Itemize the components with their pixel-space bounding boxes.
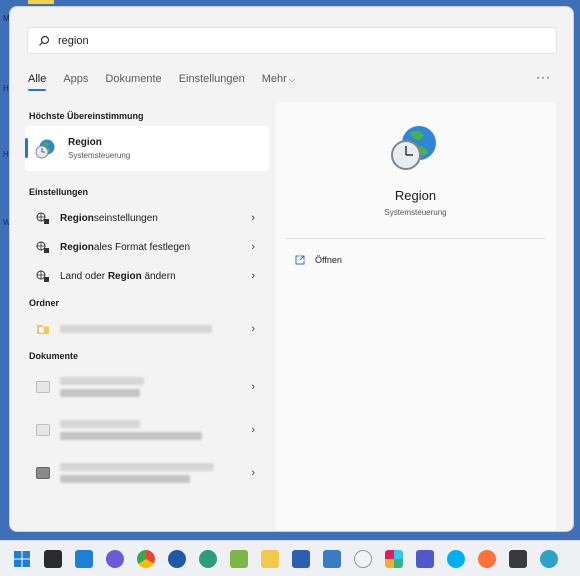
teams-chat-icon[interactable] (106, 549, 124, 568)
word-icon[interactable] (292, 549, 310, 568)
tab-einstellungen[interactable]: Einstellungen (179, 73, 245, 85)
highlight-text: Region (60, 212, 94, 224)
chevron-right-icon: › (251, 270, 255, 282)
chevron-right-icon: › (251, 424, 255, 436)
highlight-text: Region (107, 270, 142, 282)
best-match-title: Region (68, 137, 102, 148)
region-settings-icon (36, 212, 49, 224)
label-rest: seinstellungen (93, 212, 158, 224)
slack-icon[interactable] (385, 549, 403, 568)
section-settings: Einstellungen (29, 187, 89, 197)
folder-item[interactable]: › (25, 316, 269, 342)
chevron-right-icon: › (251, 323, 255, 335)
calculator-icon[interactable] (323, 549, 341, 568)
chevron-down-icon: ⌵ (288, 75, 295, 84)
edge-dev-icon[interactable] (199, 549, 217, 568)
section-best-match: Höchste Übereinstimmung (29, 111, 144, 121)
region-format-icon (36, 241, 49, 253)
settings-item-label: Regionseinstellungen (60, 213, 158, 224)
skype-icon[interactable] (447, 549, 465, 568)
chevron-right-icon: › (251, 241, 255, 253)
document-item[interactable]: › (25, 453, 269, 493)
detail-subtitle: Systemsteuerung (384, 208, 447, 217)
redacted-text (60, 389, 140, 397)
detail-pane: Region Systemsteuerung Öffnen (275, 102, 556, 531)
settings-item-label: Regionales Format festlegen (60, 242, 190, 253)
widgets-icon[interactable] (75, 549, 93, 568)
divider (285, 238, 546, 239)
remote-icon[interactable] (509, 549, 527, 568)
tab-dokumente[interactable]: Dokumente (105, 73, 161, 85)
region-globe-icon (35, 139, 55, 158)
taskbar (0, 540, 580, 576)
firefox-icon[interactable] (478, 549, 496, 568)
best-match-subtitle: Systemsteuerung (68, 151, 131, 160)
chevron-right-icon: › (251, 467, 255, 479)
settings-item[interactable]: Land oder Region ändern › (25, 263, 269, 289)
label-rest: ales Format festlegen (93, 241, 191, 253)
redacted-text (60, 420, 140, 428)
detail-title: Region (394, 188, 437, 203)
redacted-block (60, 420, 202, 440)
tab-apps[interactable]: Apps (63, 73, 88, 85)
redacted-block (60, 377, 144, 397)
open-external-icon (295, 255, 305, 265)
redacted-text (60, 377, 144, 385)
settings-item-label: Land oder Region ändern (60, 271, 176, 282)
tab-mehr-label: Mehr (261, 73, 287, 85)
desktop-label: H (3, 150, 9, 159)
best-match-item[interactable]: Region Systemsteuerung (25, 126, 269, 171)
github-icon[interactable] (168, 549, 186, 568)
document-icon (36, 467, 50, 479)
document-item[interactable]: › (25, 367, 269, 407)
chevron-right-icon: › (251, 212, 255, 224)
desktop-label: H (3, 84, 9, 93)
region-globe-icon (391, 126, 436, 170)
document-icon (36, 424, 50, 436)
redacted-text (60, 463, 214, 471)
teams-icon[interactable] (416, 549, 434, 568)
filter-tabs: Alle Apps Dokumente Einstellungen Mehr ⌵ (28, 73, 312, 91)
selection-indicator (25, 138, 28, 158)
edge-icon[interactable] (540, 549, 558, 568)
desktop-folder-tab (28, 0, 54, 4)
open-button[interactable]: Öffnen (295, 255, 342, 265)
document-item[interactable]: › (25, 410, 269, 450)
chevron-right-icon: › (251, 381, 255, 393)
explorer-icon[interactable] (261, 549, 279, 568)
redacted-block (60, 463, 214, 483)
settings-item[interactable]: Regionseinstellungen › (25, 205, 269, 231)
document-icon (36, 381, 50, 393)
windows-start-icon[interactable] (13, 549, 31, 568)
tab-mehr[interactable]: Mehr ⌵ (262, 73, 295, 85)
redacted-text (60, 325, 212, 333)
more-options-icon[interactable]: ··· (536, 70, 551, 84)
redacted-text (60, 475, 190, 483)
search-input[interactable]: region (58, 35, 89, 47)
section-documents: Dokumente (29, 351, 79, 361)
highlight-text: Region (60, 241, 94, 253)
label-prefix: Land oder (60, 270, 108, 282)
search-panel: region Alle Apps Dokumente Einstellungen… (9, 6, 574, 532)
chrome-icon[interactable] (137, 549, 155, 568)
label-rest: ändern (141, 270, 176, 282)
search-box[interactable]: region (27, 27, 557, 54)
notepad-icon[interactable] (230, 549, 248, 568)
search-icon (39, 35, 50, 46)
taskview-icon[interactable] (44, 549, 62, 568)
redacted-text (60, 432, 202, 440)
country-region-icon (36, 270, 49, 282)
section-folders: Ordner (29, 298, 60, 308)
wikipedia-icon[interactable] (354, 549, 372, 568)
settings-item[interactable]: Regionales Format festlegen › (25, 234, 269, 260)
tab-alle[interactable]: Alle (28, 73, 47, 91)
folder-icon (37, 325, 49, 334)
open-label: Öffnen (315, 255, 342, 265)
